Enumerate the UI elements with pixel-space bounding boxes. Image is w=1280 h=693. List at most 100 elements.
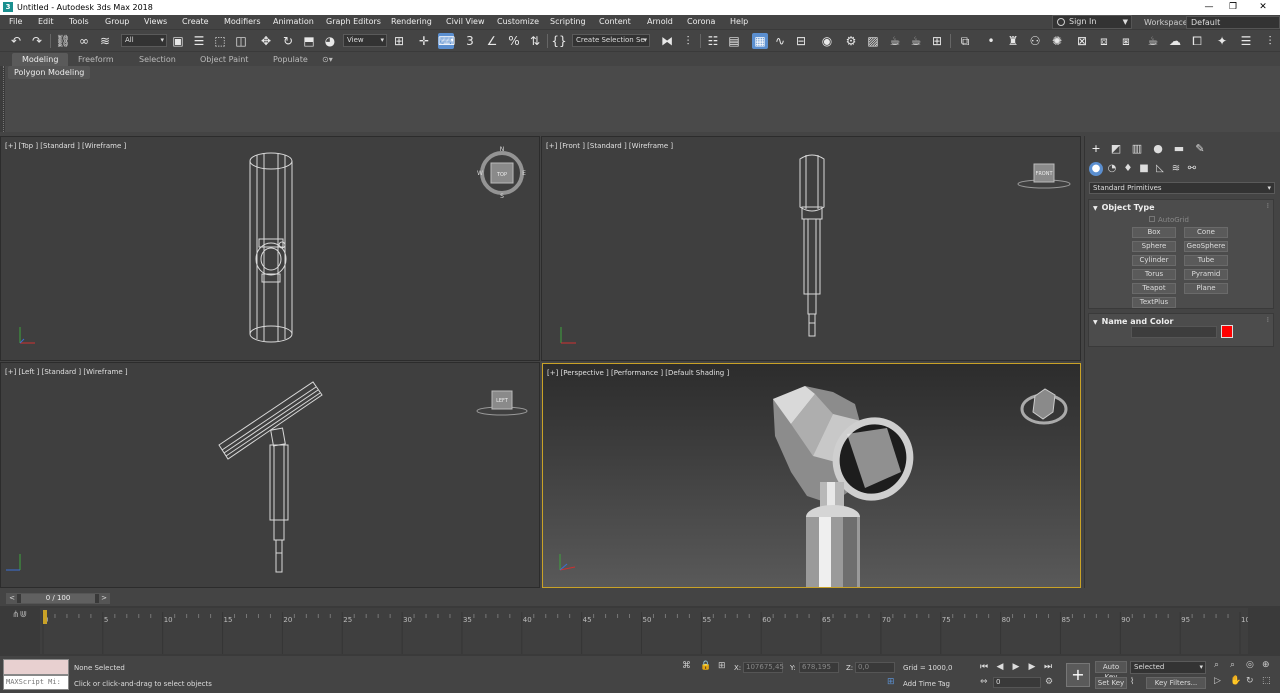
undo-icon[interactable]: ↶ bbox=[8, 33, 24, 49]
spinner-snap-icon[interactable]: ⇅ bbox=[527, 33, 543, 49]
lights-icon[interactable]: ♦ bbox=[1121, 162, 1135, 176]
orbit-icon[interactable]: ↻ bbox=[1246, 676, 1254, 686]
redo-icon[interactable]: ↷ bbox=[29, 33, 45, 49]
absolute-mode-icon[interactable]: ⊞ bbox=[718, 661, 726, 671]
geosphere-button[interactable]: GeoSphere bbox=[1184, 241, 1228, 252]
maximize-viewport-icon[interactable]: ⬚ bbox=[1262, 676, 1271, 686]
menu-tools[interactable]: Tools bbox=[69, 17, 89, 26]
autogrid-checkbox[interactable]: AutoGrid bbox=[1149, 216, 1189, 224]
geometry-icon[interactable]: ● bbox=[1089, 162, 1103, 176]
rendered-frame-window-icon[interactable]: ▨ bbox=[865, 33, 881, 49]
link-icon[interactable]: ⛓ bbox=[55, 33, 71, 49]
tab-freeform[interactable]: Freeform bbox=[68, 53, 124, 66]
object-type-header[interactable]: ▼ Object Type bbox=[1093, 203, 1155, 212]
scale-icon[interactable]: ⬒ bbox=[301, 33, 317, 49]
pan-view-icon[interactable]: ✋ bbox=[1230, 676, 1241, 686]
unlink-icon[interactable]: ∞ bbox=[76, 33, 92, 49]
camera-tool-icon[interactable]: ⧈ bbox=[1096, 33, 1112, 49]
isolate-selection-icon[interactable]: ⌘ bbox=[682, 661, 691, 671]
y-coordinate-field[interactable]: 678,195 bbox=[799, 662, 839, 673]
time-slider-thumb[interactable]: 0 / 100 bbox=[21, 594, 95, 603]
helper-tool-icon[interactable]: ⧆ bbox=[1118, 33, 1134, 49]
menu-file[interactable]: File bbox=[9, 17, 22, 26]
go-to-start-icon[interactable]: ⏮ bbox=[977, 661, 991, 673]
mirror-icon[interactable]: ⧓ bbox=[659, 33, 675, 49]
viewport-label[interactable]: [+] [Perspective ] [Performance ] [Defau… bbox=[547, 369, 729, 377]
particle-tool-icon[interactable]: ⚇ bbox=[1027, 33, 1043, 49]
layer-explorer-icon[interactable]: ▤ bbox=[726, 33, 742, 49]
box-button[interactable]: Box bbox=[1132, 227, 1176, 238]
reference-coordinate-dropdown[interactable]: View ▾ bbox=[343, 34, 387, 47]
menu-corona[interactable]: Corona bbox=[687, 17, 715, 26]
previous-frame-icon[interactable]: ◀ bbox=[993, 661, 1007, 673]
maxscript-listener-input[interactable] bbox=[3, 659, 69, 675]
light-tool-icon[interactable]: ⊠ bbox=[1074, 33, 1090, 49]
viewport-label[interactable]: [+] [Left ] [Standard ] [Wireframe ] bbox=[5, 368, 128, 376]
menu-customize[interactable]: Customize bbox=[497, 17, 539, 26]
object-name-input[interactable] bbox=[1131, 326, 1217, 338]
default-in-out-tangent-icon[interactable]: ⌇ bbox=[1130, 677, 1134, 687]
render-production-icon[interactable]: ☕ bbox=[887, 33, 903, 49]
minimize-button[interactable]: — bbox=[1196, 0, 1222, 15]
object-color-swatch[interactable] bbox=[1221, 325, 1233, 338]
plane-button[interactable]: Plane bbox=[1184, 283, 1228, 294]
menu-modifiers[interactable]: Modifiers bbox=[224, 17, 261, 26]
current-frame-field[interactable]: 0 bbox=[993, 677, 1041, 688]
toggle-ribbon-icon[interactable]: ▦ bbox=[752, 33, 768, 49]
close-button[interactable]: ✕ bbox=[1250, 0, 1276, 15]
menu-views[interactable]: Views bbox=[144, 17, 167, 26]
placement-icon[interactable]: ◕ bbox=[322, 33, 338, 49]
select-by-name-icon[interactable]: ☰ bbox=[191, 33, 207, 49]
key-mode-icon[interactable]: ⇔ bbox=[980, 677, 988, 687]
menu-animation[interactable]: Animation bbox=[273, 17, 314, 26]
utilities-tab-icon[interactable]: ✎ bbox=[1193, 142, 1207, 156]
menu-edit[interactable]: Edit bbox=[38, 17, 54, 26]
menu-rendering[interactable]: Rendering bbox=[391, 17, 432, 26]
menu-civil-view[interactable]: Civil View bbox=[446, 17, 485, 26]
key-filters-button[interactable]: Key Filters... bbox=[1146, 677, 1206, 689]
window-crossing-icon[interactable]: ◫ bbox=[233, 33, 249, 49]
mini-curve-editor-icon[interactable]: ⋔⋓ bbox=[12, 610, 27, 620]
time-tag-icon[interactable]: ⊞ bbox=[887, 677, 895, 687]
cameras-icon[interactable]: ■ bbox=[1137, 162, 1151, 176]
time-slider[interactable]: < 0 / 100 > bbox=[6, 593, 110, 604]
rotate-icon[interactable]: ↻ bbox=[280, 33, 296, 49]
workspaces-dropdown[interactable]: Default bbox=[1186, 16, 1280, 29]
x-coordinate-field[interactable]: 107675,45 bbox=[743, 662, 784, 673]
display-tab-icon[interactable]: ▬ bbox=[1172, 142, 1186, 156]
next-frame-icon[interactable]: ▶ bbox=[1025, 661, 1039, 673]
zoom-icon[interactable]: ⌕ bbox=[1214, 660, 1219, 670]
go-to-end-icon[interactable]: ⏭ bbox=[1041, 661, 1055, 673]
named-selection-dropdown[interactable]: Create Selection Se ▾ bbox=[572, 34, 650, 47]
set-key-button[interactable]: Set Key bbox=[1095, 677, 1127, 689]
material-editor-icon[interactable]: ◉ bbox=[819, 33, 835, 49]
viewport-front[interactable]: FRONT [+] [Front ] [Standard ] [Wirefram… bbox=[541, 136, 1081, 361]
viewport-top[interactable]: TOP N S W E [+] [Top ] [Standard ] [Wire… bbox=[0, 136, 540, 361]
viewport-perspective[interactable]: [+] [Perspective ] [Performance ] [Defau… bbox=[542, 363, 1081, 588]
viewport-label[interactable]: [+] [Top ] [Standard ] [Wireframe ] bbox=[5, 142, 126, 150]
set-keys-icon[interactable]: + bbox=[1066, 663, 1090, 687]
primitive-category-dropdown[interactable]: Standard Primitives ▾ bbox=[1089, 182, 1275, 194]
pivot-center-icon[interactable]: ⊞ bbox=[391, 33, 407, 49]
tube-button[interactable]: Tube bbox=[1184, 255, 1228, 266]
textplus-button[interactable]: TextPlus bbox=[1132, 297, 1176, 308]
space-warps-icon[interactable]: ≋ bbox=[1169, 162, 1183, 176]
create-tab-icon[interactable]: + bbox=[1089, 142, 1103, 156]
select-object-icon[interactable]: ▣ bbox=[170, 33, 186, 49]
tab-populate[interactable]: Populate bbox=[263, 53, 318, 66]
add-time-tag-button[interactable]: Add Time Tag bbox=[903, 680, 950, 688]
zoom-extents-all-icon[interactable]: ⊕ bbox=[1262, 660, 1270, 670]
tab-modeling[interactable]: Modeling bbox=[12, 53, 69, 66]
name-and-color-header[interactable]: ▼ Name and Color bbox=[1093, 317, 1173, 326]
menu-graph-editors[interactable]: Graph Editors bbox=[326, 17, 381, 26]
selection-filter-dropdown[interactable]: All ▾ bbox=[121, 34, 167, 47]
rollout-pin-icon[interactable]: ⁞ bbox=[1267, 202, 1269, 210]
sign-in-dropdown[interactable]: Sign In ▼ bbox=[1052, 15, 1132, 29]
cylinder-button[interactable]: Cylinder bbox=[1132, 255, 1176, 266]
viewport-label[interactable]: [+] [Front ] [Standard ] [Wireframe ] bbox=[546, 142, 673, 150]
pyramid-button[interactable]: Pyramid bbox=[1184, 269, 1228, 280]
menu-content[interactable]: Content bbox=[599, 17, 631, 26]
lister-icon[interactable]: ☰ bbox=[1238, 33, 1254, 49]
hierarchy-tab-icon[interactable]: ▥ bbox=[1130, 142, 1144, 156]
overflow-icon[interactable]: ⫶ bbox=[1262, 33, 1278, 49]
